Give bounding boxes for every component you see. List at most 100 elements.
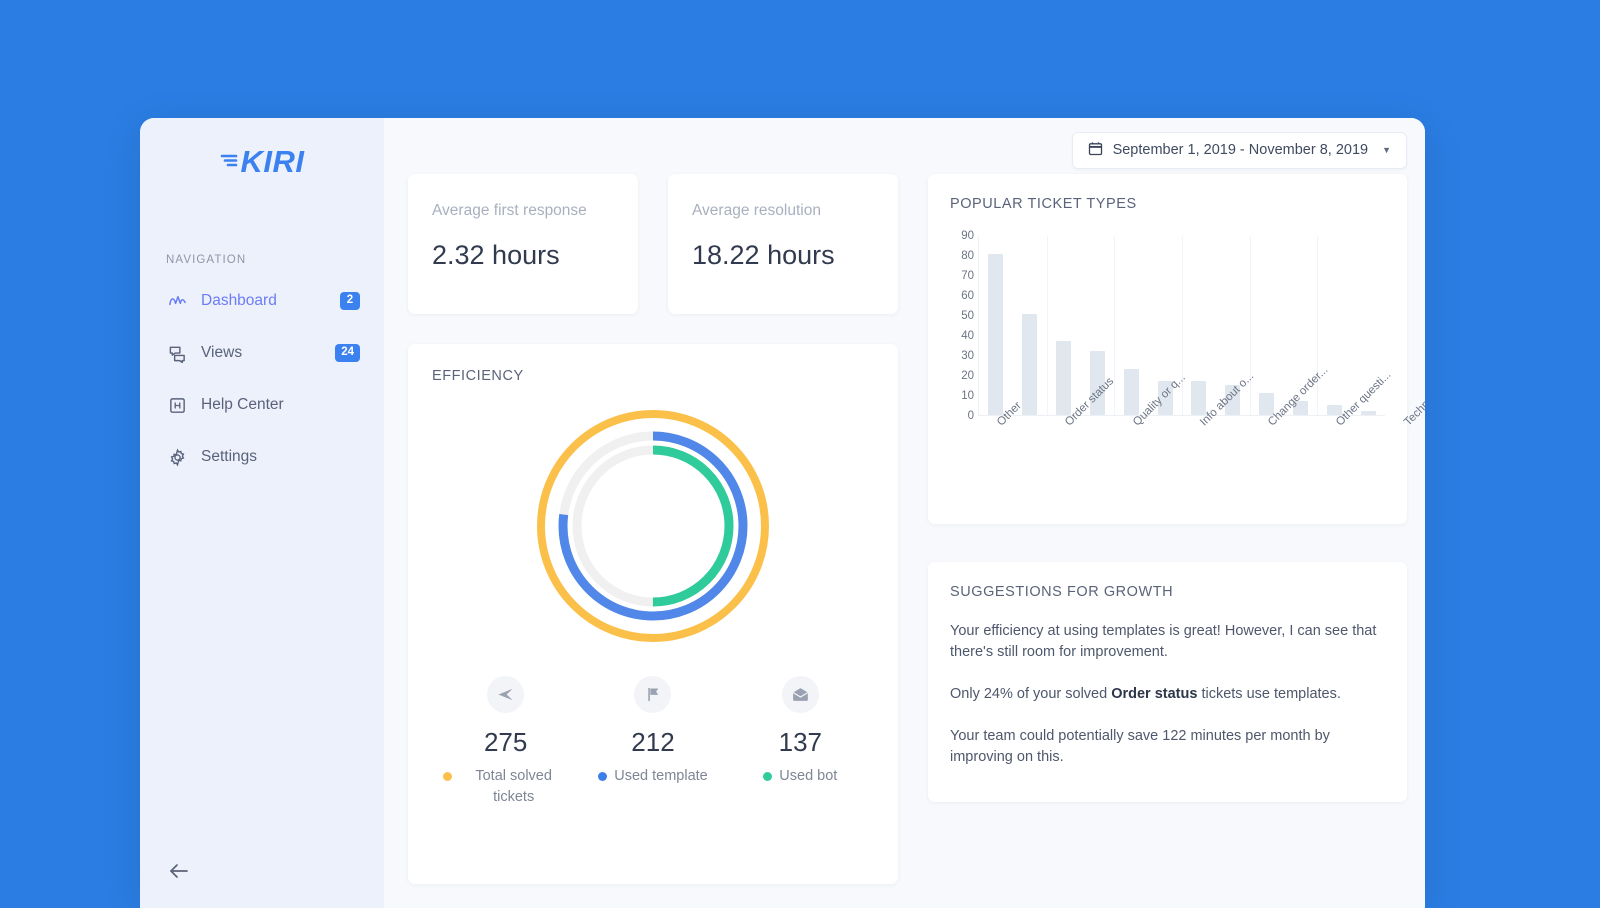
topbar: September 1, 2019 - November 8, 2019 ▼ — [384, 118, 1425, 174]
stat-value: 212 — [631, 727, 675, 757]
sidebar-item-help-center[interactable]: Help Center — [156, 388, 368, 422]
y-axis-tick: 60 — [961, 290, 974, 302]
send-icon — [487, 676, 525, 713]
sidebar-item-label: Settings — [201, 448, 258, 465]
bar[interactable] — [1056, 341, 1072, 415]
suggestion-paragraph-2: Only 24% of your solved Order status tic… — [950, 684, 1385, 705]
grid-line — [1114, 236, 1116, 415]
bar[interactable] — [1022, 313, 1038, 415]
y-axis-tick: 50 — [961, 309, 974, 322]
suggestion-paragraph-3: Your team could potentially save 122 min… — [950, 728, 1330, 766]
grid-line — [1249, 236, 1251, 415]
envelope-icon — [781, 676, 819, 713]
arrow-left-icon — [168, 862, 190, 885]
efficiency-card: EFFICIENCY 275 Total solved tickets 212 … — [408, 344, 898, 884]
suggestions-title: SUGGESTIONS FOR GROWTH — [950, 584, 1174, 600]
flag-icon — [634, 676, 672, 713]
caret-down-icon: ▼ — [1382, 145, 1391, 155]
grid-line — [1317, 236, 1319, 415]
bar[interactable] — [1360, 411, 1376, 415]
date-range-label: September 1, 2019 - November 8, 2019 — [1112, 142, 1369, 158]
grid-line — [1046, 236, 1048, 415]
stat-value: 137 — [778, 727, 823, 757]
suggestion-paragraph-1: Your efficiency at using templates is gr… — [950, 623, 1377, 661]
suggestion-p2-bold: Order status — [1111, 686, 1198, 703]
kiri-lines-icon — [220, 149, 239, 176]
suggestions-card: SUGGESTIONS FOR GROWTH Your efficiency a… — [928, 562, 1407, 802]
bar-chart-x-axis: Other Order status Quality or q... Info abo… — [978, 364, 1425, 496]
legend-dot-bot — [763, 772, 773, 781]
bar[interactable] — [988, 253, 1004, 415]
sidebar-badge-dashboard: 2 — [340, 292, 360, 310]
popular-ticket-types-card: POPULAR TICKET TYPES 90 80 70 60 50 40 30 20 10 0… — [928, 174, 1425, 524]
sidebar-item-label: Views — [201, 344, 243, 361]
kpi-label: Average first response — [432, 202, 587, 219]
efficiency-stats-row: 275 Total solved tickets 212 Used templa… — [432, 676, 874, 808]
sidebar: KIRI NAVIGATION Dashboard 2 Views 24 Hel… — [140, 118, 384, 908]
bar-slot — [979, 236, 1013, 415]
suggestion-p2-before: Only 24% of your solved — [950, 686, 1112, 703]
y-axis-tick: 70 — [961, 269, 974, 282]
speech-bubbles-icon — [166, 342, 188, 364]
bar-slot — [1182, 236, 1216, 415]
y-axis-tick: 20 — [961, 370, 974, 382]
bar-slot — [1250, 236, 1284, 415]
sidebar-item-views[interactable]: Views 24 — [156, 336, 368, 370]
bar[interactable] — [1259, 393, 1275, 415]
sidebar-item-label: Dashboard — [201, 292, 277, 309]
efficiency-donut-chart — [432, 406, 874, 646]
stat-total-solved-tickets: 275 Total solved tickets — [432, 676, 579, 808]
sidebar-nav: Dashboard 2 Views 24 Help Center Setting… — [140, 284, 384, 474]
bar-slot — [1047, 236, 1081, 415]
sidebar-section-label: NAVIGATION — [166, 254, 247, 266]
help-box-icon — [166, 394, 188, 416]
stat-legend-label: Used bot — [779, 768, 838, 784]
y-axis-tick: 90 — [961, 230, 974, 242]
sidebar-badge-views: 24 — [335, 344, 360, 362]
stat-legend-label: Used template — [614, 768, 708, 784]
suggestion-p2-after: tickets use templates. — [1197, 686, 1341, 703]
stat-legend: Used bot — [727, 766, 874, 787]
bar-slot — [1013, 236, 1047, 415]
y-axis-tick: 40 — [961, 330, 974, 342]
sidebar-collapse-button[interactable] — [166, 860, 192, 886]
y-axis-tick: 10 — [961, 389, 974, 402]
bar[interactable] — [1123, 369, 1139, 415]
right-column: POPULAR TICKET TYPES 90 80 70 60 50 40 30 20 10 0… — [928, 174, 1425, 884]
legend-dot-total — [442, 772, 452, 781]
app-window: KIRI NAVIGATION Dashboard 2 Views 24 Hel… — [140, 118, 1425, 908]
stat-legend: Used template — [579, 766, 726, 787]
kpi-label: Average resolution — [692, 202, 821, 219]
y-axis-tick: 0 — [967, 410, 974, 422]
bar-chart-y-axis: 90 80 70 60 50 40 30 20 10 0 — [950, 230, 978, 422]
donut-svg — [537, 410, 769, 642]
stat-used-template: 212 Used template — [579, 676, 726, 808]
y-axis-tick: 30 — [961, 350, 974, 362]
efficiency-title: EFFICIENCY — [432, 368, 524, 384]
left-column: Average first response 2.32 hours Averag… — [408, 174, 898, 884]
kpi-row: Average first response 2.32 hours Averag… — [408, 174, 898, 314]
bar-slot — [1317, 236, 1351, 415]
main-content: September 1, 2019 - November 8, 2019 ▼ A… — [384, 118, 1425, 908]
app-logo[interactable]: KIRI — [140, 118, 384, 184]
y-axis-tick: 80 — [961, 249, 974, 262]
kpi-card-average-resolution: Average resolution 18.22 hours — [668, 174, 898, 314]
sidebar-item-label: Help Center — [201, 396, 284, 413]
grid-line — [1182, 236, 1183, 415]
bar-chart-plot-area — [978, 236, 1385, 416]
stat-legend-label: Total solved tickets — [475, 768, 552, 806]
sidebar-item-dashboard[interactable]: Dashboard 2 — [156, 284, 368, 318]
popular-ticket-types-title: POPULAR TICKET TYPES — [950, 196, 1137, 212]
date-range-picker[interactable]: September 1, 2019 - November 8, 2019 ▼ — [1071, 131, 1407, 169]
sidebar-item-settings[interactable]: Settings — [156, 440, 368, 474]
gear-icon — [166, 446, 188, 468]
x-axis-tick: Technical is... — [1401, 371, 1425, 429]
stat-value: 275 — [483, 727, 528, 757]
legend-dot-template — [598, 772, 608, 781]
app-logo-text: KIRI — [240, 144, 305, 179]
stat-used-bot: 137 Used bot — [727, 676, 874, 808]
kpi-card-average-first-response: Average first response 2.32 hours — [408, 174, 638, 314]
stat-legend: Total solved tickets — [432, 766, 579, 808]
bar[interactable] — [1191, 381, 1207, 415]
dashboard-grid: Average first response 2.32 hours Averag… — [384, 174, 1425, 884]
